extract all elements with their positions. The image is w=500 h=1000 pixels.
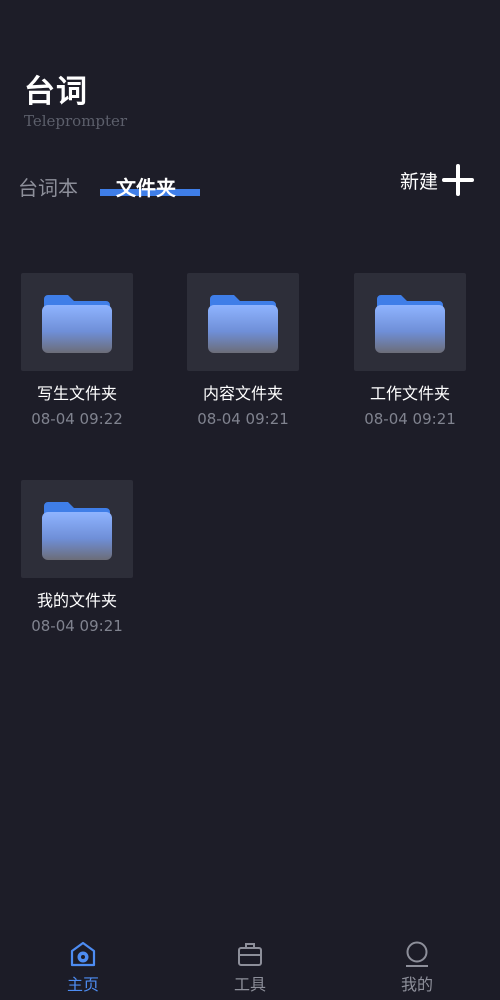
folder-timestamp: 08-04 09:21 <box>31 617 123 635</box>
folder-name: 我的文件夹 <box>36 591 117 610</box>
folder-icon <box>208 295 278 353</box>
nav-home-label: 主页 <box>66 975 99 994</box>
nav-tools-label: 工具 <box>233 975 266 994</box>
folder-name: 内容文件夹 <box>202 384 283 403</box>
plus-icon <box>442 164 474 196</box>
page-title: 台词 <box>24 74 88 110</box>
new-button-label: 新建 <box>399 170 438 193</box>
folder-timestamp: 08-04 09:21 <box>364 410 456 428</box>
tab-scripts[interactable]: 台词本 <box>18 172 78 201</box>
app-screen: 台词 Teleprompter 台词本 文件夹 新建 写生文件夹 08-04 0… <box>0 0 500 1000</box>
folder-thumbnail <box>21 480 133 578</box>
folder-timestamp: 08-04 09:21 <box>197 410 289 428</box>
nav-home[interactable]: 主页 <box>43 940 123 995</box>
bottom-nav: 主页 工具 我的 <box>0 930 500 1000</box>
folder-card[interactable]: 内容文件夹 08-04 09:21 <box>187 273 299 428</box>
folder-thumbnail <box>187 273 299 371</box>
home-icon <box>70 941 96 967</box>
new-button[interactable]: 新建 <box>400 162 474 198</box>
folder-icon <box>375 295 445 353</box>
page-subtitle: Teleprompter <box>24 112 128 130</box>
toolbox-icon <box>238 943 262 966</box>
folder-icon <box>42 502 112 560</box>
tab-scripts-label: 台词本 <box>18 176 78 200</box>
folder-card[interactable]: 工作文件夹 08-04 09:21 <box>354 273 466 428</box>
folder-icon <box>42 295 112 353</box>
folder-name: 工作文件夹 <box>369 384 450 403</box>
tab-folders[interactable]: 文件夹 <box>116 172 176 201</box>
folder-name: 写生文件夹 <box>36 384 117 403</box>
folder-card[interactable]: 我的文件夹 08-04 09:21 <box>21 480 133 635</box>
folder-thumbnail <box>21 273 133 371</box>
folder-card[interactable]: 写生文件夹 08-04 09:22 <box>21 273 133 428</box>
nav-mine-label: 我的 <box>400 975 433 994</box>
nav-mine[interactable]: 我的 <box>377 940 457 995</box>
folder-timestamp: 08-04 09:22 <box>31 410 123 428</box>
folder-thumbnail <box>354 273 466 371</box>
tab-folders-label: 文件夹 <box>116 176 176 200</box>
nav-tools[interactable]: 工具 <box>210 940 290 995</box>
profile-icon <box>406 941 428 967</box>
